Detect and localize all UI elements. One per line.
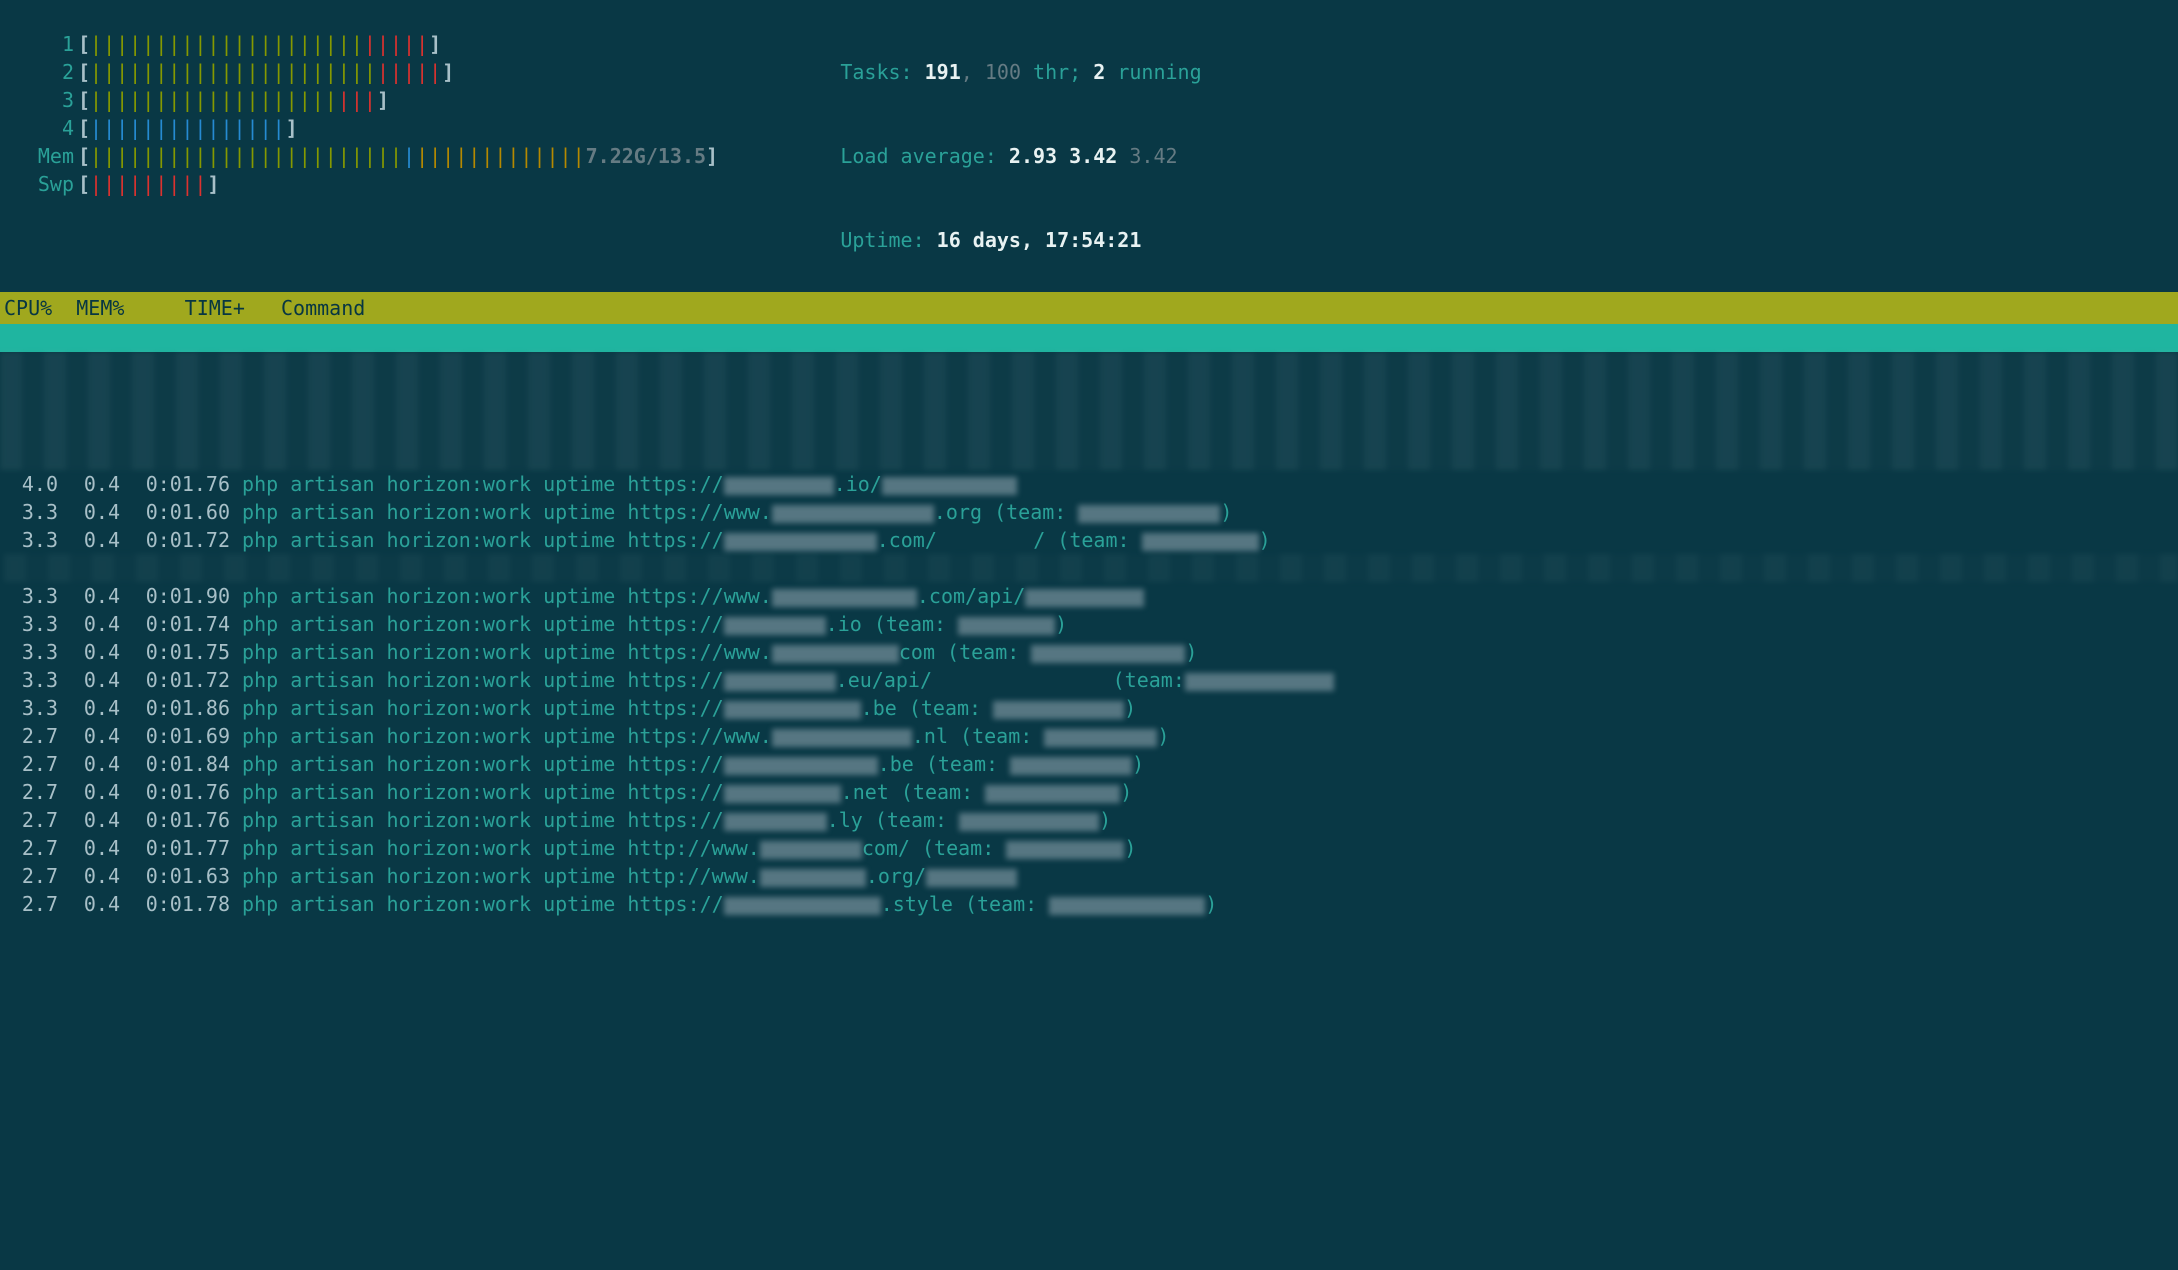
process-row[interactable]: 3.30.40:01.72 php artisan horizon:work u… bbox=[0, 526, 2178, 554]
uptime-line: Uptime: 16 days, 17:54:21 bbox=[768, 198, 2158, 282]
process-list[interactable]: 4.00.40:01.76 php artisan horizon:work u… bbox=[0, 470, 2178, 918]
header-panel: 1 [|||||||||||||||||||||||||| ]2 [||||||… bbox=[0, 0, 2178, 292]
meters-column: 1 [|||||||||||||||||||||||||| ]2 [||||||… bbox=[30, 30, 718, 282]
cpu-meter-4: 4 [||||||||||||||| ] bbox=[30, 114, 718, 142]
process-row[interactable]: 2.70.40:01.77 php artisan horizon:work u… bbox=[0, 834, 2178, 862]
system-info: Tasks: 191, 100 thr; 2 running Load aver… bbox=[768, 30, 2158, 282]
mem-meter: Mem[||||||||||||||||||||||||||||||||||||… bbox=[30, 142, 718, 170]
process-row[interactable]: 3.30.40:01.90 php artisan horizon:work u… bbox=[0, 582, 2178, 610]
blurred-row bbox=[4, 554, 2178, 582]
process-row[interactable]: 2.70.40:01.84 php artisan horizon:work u… bbox=[0, 750, 2178, 778]
process-row[interactable]: 3.30.40:01.75 php artisan horizon:work u… bbox=[0, 638, 2178, 666]
process-row[interactable]: 2.70.40:01.78 php artisan horizon:work u… bbox=[0, 890, 2178, 918]
load-line: Load average: 2.93 3.42 3.42 bbox=[768, 114, 2158, 198]
process-row[interactable]: 3.30.40:01.60 php artisan horizon:work u… bbox=[0, 498, 2178, 526]
selected-process-row[interactable] bbox=[0, 324, 2178, 352]
cpu-meter-1: 1 [|||||||||||||||||||||||||| ] bbox=[30, 30, 718, 58]
process-row[interactable]: 2.70.40:01.76 php artisan horizon:work u… bbox=[0, 806, 2178, 834]
process-row[interactable]: 2.70.40:01.69 php artisan horizon:work u… bbox=[0, 722, 2178, 750]
tasks-line: Tasks: 191, 100 thr; 2 running bbox=[768, 30, 2158, 114]
process-row[interactable]: 3.30.40:01.86 php artisan horizon:work u… bbox=[0, 694, 2178, 722]
process-row[interactable]: 2.70.40:01.76 php artisan horizon:work u… bbox=[0, 778, 2178, 806]
swap-meter: Swp[||||||||| ] bbox=[30, 170, 718, 198]
cpu-meter-3: 3 [|||||||||||||||||||||| ] bbox=[30, 86, 718, 114]
process-table-header[interactable]: CPU% MEM% TIME+ Command bbox=[0, 292, 2178, 324]
process-row[interactable]: 4.00.40:01.76 php artisan horizon:work u… bbox=[0, 470, 2178, 498]
process-row[interactable]: 2.70.40:01.63 php artisan horizon:work u… bbox=[0, 862, 2178, 890]
blurred-rows bbox=[0, 352, 2178, 470]
process-row[interactable]: 3.30.40:01.72 php artisan horizon:work u… bbox=[0, 666, 2178, 694]
cpu-meter-2: 2 [||||||||||||||||||||||||||| ] bbox=[30, 58, 718, 86]
process-row[interactable]: 3.30.40:01.74 php artisan horizon:work u… bbox=[0, 610, 2178, 638]
